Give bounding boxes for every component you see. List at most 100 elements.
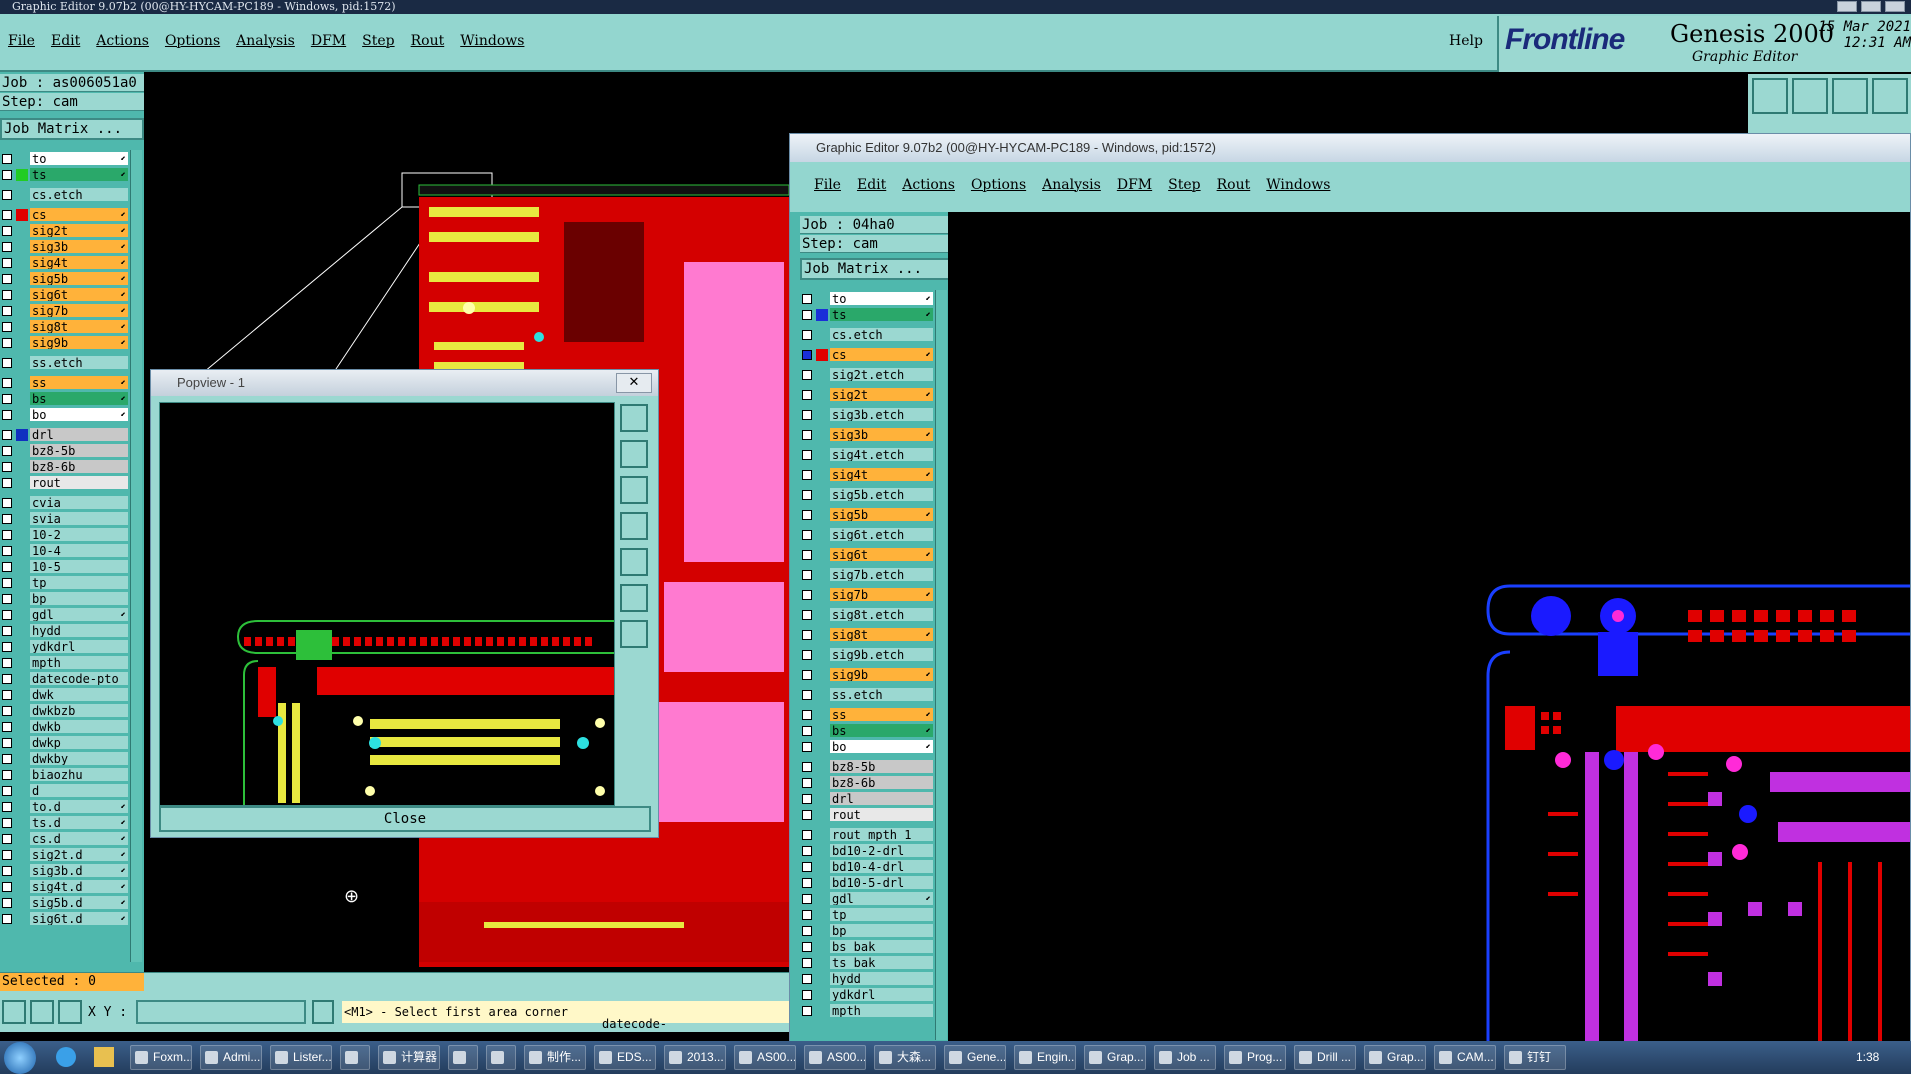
popview-close-button[interactable]: Close (159, 806, 651, 832)
layer-row[interactable]: mpth (800, 1004, 935, 1018)
taskbar-item[interactable]: Prog... (1224, 1045, 1286, 1070)
layer-row[interactable]: ts ⬋ (0, 168, 130, 182)
layer-row[interactable]: sig8t ⬋ (800, 628, 935, 642)
layer-name[interactable]: sig7b ⬋ (830, 588, 933, 601)
taskbar-item[interactable]: Admi... (200, 1045, 262, 1070)
layer-name[interactable]: cs.etch (830, 328, 933, 341)
layer-name[interactable]: ts.d ⬋ (30, 816, 128, 829)
layer-name[interactable]: ydkdrl (30, 640, 128, 653)
layer-name[interactable]: bo ⬋ (830, 740, 933, 753)
layer-checkbox[interactable] (2, 754, 12, 764)
layer-checkbox[interactable] (2, 462, 12, 472)
layer-name[interactable]: bs_bak (830, 940, 933, 953)
home-icon[interactable] (1832, 78, 1868, 114)
close-window-button[interactable] (1885, 1, 1905, 12)
layer-checkbox[interactable] (2, 850, 12, 860)
layer-name[interactable]: d (30, 784, 128, 797)
layer-row[interactable]: dwkbzb (0, 704, 130, 718)
layer-row[interactable]: bo ⬋ (0, 408, 130, 422)
layer-checkbox[interactable] (802, 370, 812, 380)
layer-row[interactable]: sig4t.d ⬋ (0, 880, 130, 894)
layer-checkbox[interactable] (802, 490, 812, 500)
layer-checkbox[interactable] (802, 590, 812, 600)
layer-row[interactable]: sig5b.d ⬋ (0, 896, 130, 910)
layer-checkbox[interactable] (2, 610, 12, 620)
layer-name[interactable]: dwkb (30, 720, 128, 733)
layer-checkbox[interactable] (2, 690, 12, 700)
taskbar-item[interactable] (486, 1045, 516, 1070)
layer-row[interactable]: hydd (0, 624, 130, 638)
layer-checkbox[interactable] (802, 794, 812, 804)
explorer-icon[interactable] (94, 1047, 114, 1067)
layer-row[interactable]: sig7b ⬋ (0, 304, 130, 318)
layer-name[interactable]: ts_bak (830, 956, 933, 969)
layer-checkbox[interactable] (802, 690, 812, 700)
layer-row[interactable]: to ⬋ (0, 152, 130, 166)
layer-name[interactable]: bd10-5-drl (830, 876, 933, 889)
layer-row[interactable]: 10-4 (0, 544, 130, 558)
layer-row[interactable]: bz8-5b (800, 760, 935, 774)
layer-row[interactable]: 10-2 (0, 528, 130, 542)
layer-row[interactable]: sig2t ⬋ (800, 388, 935, 402)
layer-name[interactable]: bd10-2-drl (830, 844, 933, 857)
layer-row[interactable]: bz8-6b (0, 460, 130, 474)
layer-checkbox[interactable] (802, 942, 812, 952)
layer-checkbox[interactable] (2, 562, 12, 572)
layer-row[interactable]: sig5b.etch (800, 488, 935, 502)
layer-name[interactable]: 10-2 (30, 528, 128, 541)
layer-name[interactable]: sig3b.d ⬋ (30, 864, 128, 877)
main-menu-step[interactable]: Step (362, 33, 394, 49)
layer-row[interactable]: sig7b.etch (800, 568, 935, 582)
layer-row[interactable]: cs.d ⬋ (0, 832, 130, 846)
layer-row[interactable]: bp (800, 924, 935, 938)
layer-row[interactable]: sig5b ⬋ (800, 508, 935, 522)
layer-row[interactable]: sig6t.etch (800, 528, 935, 542)
layer-name[interactable]: bz8-6b (830, 776, 933, 789)
layer-name[interactable]: sig4t.d ⬋ (30, 880, 128, 893)
help-menu[interactable]: Help (1449, 33, 1483, 49)
layer-row[interactable]: mpth (0, 656, 130, 670)
layer-name[interactable]: sig2t ⬋ (830, 388, 933, 401)
layer-checkbox[interactable] (802, 510, 812, 520)
layer-checkbox[interactable] (802, 350, 812, 360)
layer-checkbox[interactable] (802, 410, 812, 420)
layer-row[interactable]: sig9b ⬋ (0, 336, 130, 350)
layer-checkbox[interactable] (2, 802, 12, 812)
layer-checkbox[interactable] (802, 894, 812, 904)
layer-checkbox[interactable] (802, 910, 812, 920)
layer-name[interactable]: sig5b ⬋ (30, 272, 128, 285)
layer-row[interactable]: ts.d ⬋ (0, 816, 130, 830)
layer-row[interactable]: ydkdrl (0, 640, 130, 654)
layer-row[interactable]: rout (800, 808, 935, 822)
second-menu-actions[interactable]: Actions (902, 177, 955, 193)
start-button-icon[interactable] (4, 1042, 36, 1074)
layer-checkbox[interactable] (2, 722, 12, 732)
taskbar-item[interactable]: Foxm... (130, 1045, 192, 1070)
layer-checkbox[interactable] (2, 674, 12, 684)
layer-row[interactable]: cs.etch (0, 188, 130, 202)
layer-name[interactable]: bp (30, 592, 128, 605)
pop-zoom-out-icon[interactable] (620, 476, 648, 504)
layer-name[interactable]: bs ⬋ (30, 392, 128, 405)
layer-checkbox[interactable] (2, 898, 12, 908)
second-menu-edit[interactable]: Edit (857, 177, 886, 193)
layer-name[interactable]: ss.etch (30, 356, 128, 369)
layer-name[interactable]: sig3b ⬋ (30, 240, 128, 253)
layer-name[interactable]: tp (830, 908, 933, 921)
layer-checkbox[interactable] (2, 498, 12, 508)
taskbar-item[interactable]: AS00... (804, 1045, 866, 1070)
taskbar-item[interactable]: CAM... (1434, 1045, 1496, 1070)
layer-row[interactable]: sig4t ⬋ (800, 468, 935, 482)
layer-row[interactable]: ss ⬋ (0, 376, 130, 390)
second-canvas[interactable] (948, 212, 1910, 1042)
layer-checkbox[interactable] (802, 762, 812, 772)
layer-checkbox[interactable] (2, 306, 12, 316)
layer-row[interactable]: sig8t ⬋ (0, 320, 130, 334)
layer-row[interactable]: bs ⬋ (0, 392, 130, 406)
layer-name[interactable]: biaozhu (30, 768, 128, 781)
layer-checkbox[interactable] (802, 742, 812, 752)
layer-checkbox[interactable] (2, 322, 12, 332)
layer-row[interactable]: bd10-2-drl (800, 844, 935, 858)
layer-name[interactable]: sig7b.etch (830, 568, 933, 581)
layer-checkbox[interactable] (2, 446, 12, 456)
